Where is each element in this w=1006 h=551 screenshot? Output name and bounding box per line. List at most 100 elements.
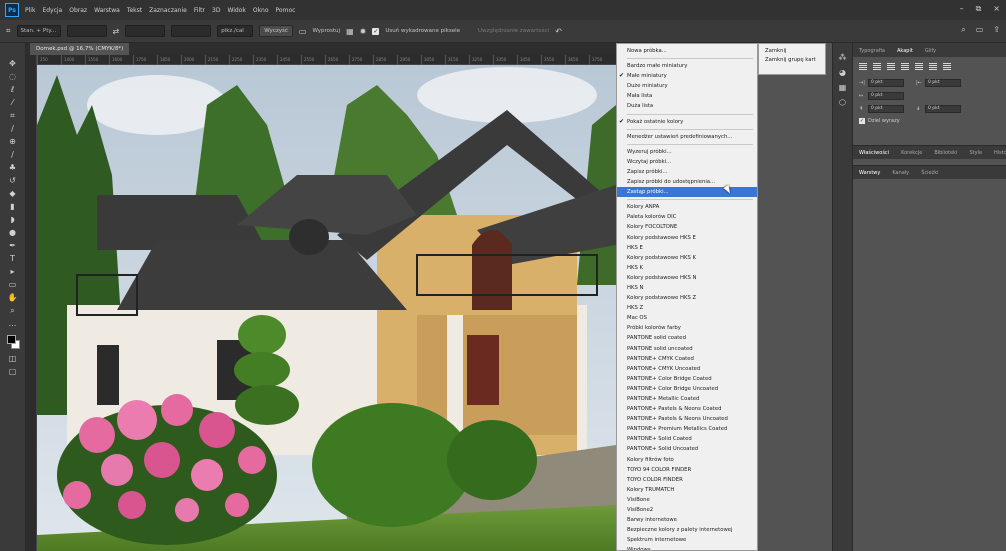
- healing-tool-icon[interactable]: ⊕: [5, 135, 21, 148]
- stamp-tool-icon[interactable]: ♣: [5, 161, 21, 174]
- search-icon[interactable]: ⌕: [961, 25, 965, 35]
- brush-tool-icon[interactable]: ∕: [5, 148, 21, 161]
- swatches-menu-item[interactable]: Mac OS: [617, 313, 757, 323]
- swatches-menu-item[interactable]: Bezpieczne kolory z palety internetowej: [617, 525, 757, 535]
- space-after-field[interactable]: 0 pkt: [925, 105, 961, 113]
- menu-edit[interactable]: Edycja: [42, 7, 62, 14]
- tab-paragraph[interactable]: Akapit: [895, 48, 915, 57]
- indent-left-field[interactable]: 0 pkt: [868, 79, 904, 87]
- justify-center-icon[interactable]: [915, 63, 923, 70]
- magic-wand-tool-icon[interactable]: ⁄: [5, 96, 21, 109]
- swatches-menu-item[interactable]: ✔ Pokaż ostatnie kolory: [617, 117, 757, 127]
- gradient-tool-icon[interactable]: ▮: [5, 200, 21, 213]
- swatches-menu-item[interactable]: PANTONE+ Solid Coated: [617, 434, 757, 444]
- foreground-color-swatch[interactable]: [6, 335, 16, 344]
- swatches-menu-item[interactable]: PANTONE+ CMYK Coated: [617, 354, 757, 364]
- swatches-menu-item[interactable]: Kolory FOCOLTONE: [617, 222, 757, 232]
- swatches-menu-item[interactable]: Kolory TRUMATCH: [617, 485, 757, 495]
- move-tool-icon[interactable]: ✥: [5, 57, 21, 70]
- swatches-menu-item[interactable]: Zapisz próbki...: [617, 167, 757, 177]
- swatches-menu-item[interactable]: PANTONE+ Pastels & Neons Uncoated: [617, 414, 757, 424]
- swatches-menu-item[interactable]: Zastąp próbki...: [617, 187, 757, 198]
- share-icon[interactable]: ⇪: [993, 25, 1000, 35]
- menu-file[interactable]: Plik: [25, 7, 35, 14]
- menu-select[interactable]: Zaznaczanie: [149, 7, 187, 14]
- marquee-tool-icon[interactable]: ◌: [5, 70, 21, 83]
- first-line-indent-field[interactable]: 0 pkt: [868, 92, 904, 100]
- menu-layer[interactable]: Warstwa: [94, 7, 120, 14]
- color-panel-icon[interactable]: ◕: [839, 68, 846, 77]
- lasso-tool-icon[interactable]: ℓ: [5, 83, 21, 96]
- swatches-menu-item[interactable]: HKS Z: [617, 303, 757, 313]
- swatches-panel-icon[interactable]: ⁂: [839, 53, 847, 62]
- unit-select[interactable]: pikz./cal: [217, 25, 254, 37]
- swatches-menu-item[interactable]: Kolory ANPA: [617, 202, 757, 212]
- space-before-field[interactable]: 0 pkt: [868, 105, 904, 113]
- overlay-grid-icon[interactable]: ▦: [346, 27, 354, 36]
- swatches-menu-item[interactable]: PANTONE+ Color Bridge Uncoated: [617, 384, 757, 394]
- hand-tool-icon[interactable]: ✋: [5, 291, 21, 304]
- swatches-menu-item[interactable]: Duża lista: [617, 101, 757, 111]
- swatches-menu-item[interactable]: TOYO 94 COLOR FINDER: [617, 465, 757, 475]
- justify-left-icon[interactable]: [901, 63, 909, 70]
- swatches-menu-item[interactable]: Kolory podstawowe HKS Z: [617, 293, 757, 303]
- indent-right-field[interactable]: 0 pkt: [925, 79, 961, 87]
- swatches-menu-item[interactable]: PANTONE+ CMYK Uncoated: [617, 364, 757, 374]
- path-selection-tool-icon[interactable]: ▸: [5, 265, 21, 278]
- menu-3d[interactable]: 3D: [212, 7, 220, 14]
- swatches-menu-item[interactable]: PANTONE solid coated: [617, 333, 757, 343]
- close-menu-item[interactable]: Zamknij: [759, 47, 825, 56]
- delete-cropped-checkbox[interactable]: ✓: [372, 27, 380, 35]
- tab-channels[interactable]: Kanały: [890, 170, 911, 179]
- align-left-icon[interactable]: [859, 63, 867, 70]
- color-swatches[interactable]: [5, 334, 21, 352]
- swatches-menu-item[interactable]: VisiBone: [617, 495, 757, 505]
- justify-all-icon[interactable]: [943, 63, 951, 70]
- swatches-menu-item[interactable]: Spektrum internetowe: [617, 535, 757, 545]
- swatches-menu-item[interactable]: Menedżer ustawień predefiniowanych...: [617, 132, 757, 142]
- tab-history[interactable]: Historia: [992, 150, 1006, 159]
- more-tools-icon[interactable]: …: [5, 317, 21, 330]
- swatches-menu-item[interactable]: Bardzo małe miniatury: [617, 61, 757, 71]
- 3d-panel-icon[interactable]: ⬡: [839, 98, 846, 107]
- menu-view[interactable]: Widok: [227, 7, 245, 14]
- swatches-menu-item[interactable]: Kolory podstawowe HKS E: [617, 233, 757, 243]
- swap-icon[interactable]: ⇄: [113, 27, 120, 36]
- swatches-menu-item[interactable]: PANTONE+ Premium Metallics Coated: [617, 424, 757, 434]
- tab-adjustments[interactable]: Korekcje: [899, 150, 924, 159]
- tab-paths[interactable]: Ścieżki: [919, 170, 940, 179]
- tab-glyphs[interactable]: Glify: [923, 48, 938, 57]
- menu-filter[interactable]: Filtr: [194, 7, 205, 14]
- reset-icon[interactable]: ↶: [555, 27, 562, 36]
- swatches-menu-item[interactable]: HKS N: [617, 283, 757, 293]
- tab-layers[interactable]: Warstwy: [857, 170, 882, 179]
- document-canvas[interactable]: [37, 65, 616, 551]
- justify-right-icon[interactable]: [929, 63, 937, 70]
- close-icon[interactable]: ×: [993, 4, 1000, 14]
- swatches-menu-item[interactable]: TOYO COLOR FINDER: [617, 475, 757, 485]
- align-center-icon[interactable]: [873, 63, 881, 70]
- crop-mode-select[interactable]: Stan. + Pty...: [16, 25, 61, 37]
- workspace-icon[interactable]: ▭: [976, 25, 984, 35]
- crop-tool-icon[interactable]: ⌗: [6, 26, 11, 36]
- swatches-menu-item[interactable]: PANTONE+ Solid Uncoated: [617, 444, 757, 454]
- tab-character[interactable]: Typografia: [857, 48, 887, 57]
- menu-image[interactable]: Obraz: [69, 7, 87, 14]
- swatches-menu-item[interactable]: Kolory filtrów foto: [617, 455, 757, 465]
- grid-panel-icon[interactable]: ▦: [839, 83, 847, 92]
- straighten-label[interactable]: Wyprostuj: [312, 28, 340, 34]
- resolution-field[interactable]: [171, 25, 212, 37]
- photoshop-logo-icon[interactable]: Ps: [5, 3, 19, 17]
- swatches-menu-item[interactable]: PANTONE solid uncoated: [617, 344, 757, 354]
- swatches-menu-item[interactable]: Zapisz próbki do udostępnienia...: [617, 177, 757, 187]
- swatches-menu-item[interactable]: VisiBone2: [617, 505, 757, 515]
- align-right-icon[interactable]: [887, 63, 895, 70]
- swatches-menu-item[interactable]: Kolory podstawowe HKS K: [617, 253, 757, 263]
- restore-icon[interactable]: ⧉: [976, 4, 982, 14]
- swatches-menu-item[interactable]: Nowa próbka...: [617, 46, 757, 56]
- straighten-icon[interactable]: ▭: [299, 27, 307, 36]
- screen-mode-icon[interactable]: ▢: [5, 365, 21, 378]
- pen-tool-icon[interactable]: ✒: [5, 239, 21, 252]
- swatches-menu-item[interactable]: HKS K: [617, 263, 757, 273]
- settings-gear-icon[interactable]: ✹: [360, 27, 367, 36]
